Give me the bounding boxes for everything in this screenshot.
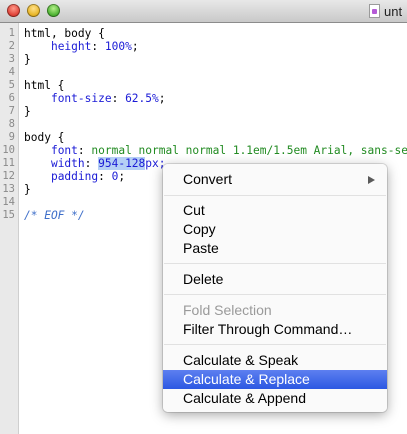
menu-item-calculate-replace[interactable]: Calculate & Replace	[163, 370, 387, 389]
context-menu: Convert Cut Copy Paste Delete Fold Selec…	[163, 164, 387, 412]
property-name: font	[50, 144, 78, 157]
line-number: 5	[8, 79, 15, 91]
selector: html {	[24, 79, 65, 92]
code-line: body {	[24, 131, 64, 144]
line-number: 3	[8, 53, 15, 65]
menu-item-cut[interactable]: Cut	[163, 201, 387, 220]
line-number: 6	[8, 92, 15, 104]
line-number: 13	[2, 183, 15, 195]
code-line: padding: 0;	[50, 170, 126, 183]
close-window-button[interactable]	[7, 4, 20, 17]
code-line: font-size: 62.5%;	[50, 92, 166, 105]
menu-separator	[164, 263, 386, 264]
code-line: /* EOF */	[24, 209, 85, 222]
line-number: 15	[2, 209, 15, 221]
menu-item-fold-selection: Fold Selection	[183, 302, 272, 318]
line-number: 9	[8, 131, 15, 143]
code-line: html, body {	[24, 27, 105, 40]
line-number: 8	[8, 118, 15, 130]
window-titlebar: unt	[0, 0, 407, 23]
line-number-gutter: 1 2 3 4 5 6 7 8 9 10 11 12 13 14 15	[0, 23, 19, 434]
submenu-arrow-icon	[368, 176, 375, 184]
zoom-window-button[interactable]	[47, 4, 60, 17]
menu-item-convert[interactable]: Convert	[163, 170, 387, 189]
menu-item-paste[interactable]: Paste	[163, 239, 387, 258]
line-number: 14	[2, 196, 15, 208]
document-icon	[369, 4, 380, 18]
code-line: width: 954-128px;	[50, 157, 166, 170]
comment: /* EOF */	[24, 209, 85, 222]
property-name: padding	[50, 170, 99, 183]
closing-brace: }	[24, 53, 31, 66]
property-value: 100%	[104, 40, 132, 53]
property-name: font-size	[50, 92, 112, 105]
menu-item-label: Convert	[183, 171, 233, 187]
minimize-window-button[interactable]	[27, 4, 40, 17]
property-value: 62.5%	[125, 92, 159, 105]
menu-item-copy[interactable]: Copy	[163, 220, 387, 239]
code-line: }	[24, 105, 31, 118]
line-number: 7	[8, 105, 15, 117]
menu-separator	[164, 344, 386, 345]
line-number: 4	[8, 66, 15, 78]
line-number: 1	[8, 27, 15, 39]
property-value: normal normal normal 1.1em/1.5em Arial, …	[91, 144, 407, 157]
selected-text[interactable]: 954-128	[98, 157, 146, 170]
code-line: }	[24, 53, 31, 66]
window-title: unt	[384, 4, 403, 19]
line-number: 10	[2, 144, 15, 156]
menu-item-calculate-append[interactable]: Calculate & Append	[163, 389, 387, 408]
menu-item-calculate-speak[interactable]: Calculate & Speak	[163, 351, 387, 370]
line-number: 11	[2, 157, 15, 169]
code-line: }	[24, 183, 31, 196]
line-number: 2	[8, 40, 15, 52]
property-value: 0	[111, 170, 119, 183]
selector: body {	[24, 131, 65, 144]
code-line: font: normal normal normal 1.1em/1.5em A…	[24, 144, 407, 157]
closing-brace: }	[24, 105, 31, 118]
menu-item-filter-through-command[interactable]: Filter Through Command…	[163, 320, 387, 339]
code-line: height: 100%;	[50, 40, 139, 53]
menu-separator	[164, 294, 386, 295]
menu-separator	[164, 195, 386, 196]
menu-item-delete[interactable]: Delete	[163, 270, 387, 289]
code-line: html {	[24, 79, 64, 92]
selector: html, body {	[24, 27, 105, 40]
property-name: height	[50, 40, 92, 53]
property-name: width	[50, 157, 85, 170]
line-number: 12	[2, 170, 15, 182]
closing-brace: }	[24, 183, 31, 196]
